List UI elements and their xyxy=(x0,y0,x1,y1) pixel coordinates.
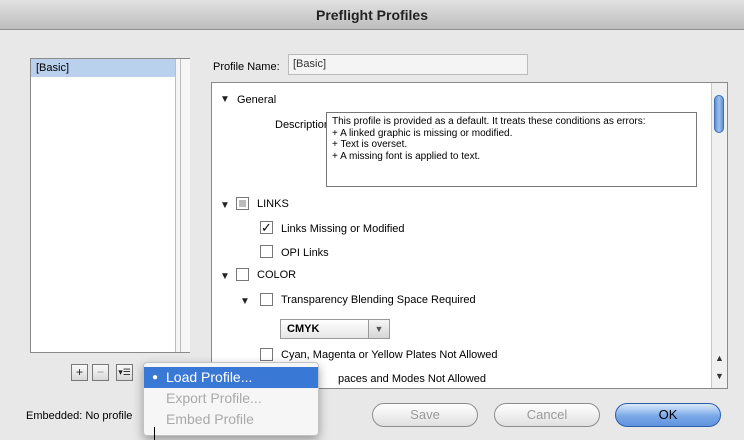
description-label: Description: xyxy=(275,119,334,131)
scroll-down-arrow-icon[interactable]: ▼ xyxy=(715,371,724,381)
list-column-divider xyxy=(175,59,190,352)
scrollbar-thumb[interactable] xyxy=(714,95,724,133)
menu-item-label: Embed Profile xyxy=(166,411,254,427)
links-missing-label: Links Missing or Modified xyxy=(281,223,405,235)
color-checkbox[interactable] xyxy=(236,268,249,281)
preflight-tree[interactable]: ▼ General Description: This profile is p… xyxy=(211,82,728,389)
transparency-label: Transparency Blending Space Required xyxy=(281,294,476,306)
general-section-label: General xyxy=(237,94,277,106)
opi-links-checkbox[interactable] xyxy=(260,245,273,258)
menu-item-export-profile: Export Profile... xyxy=(144,388,318,409)
menu-item-load-profile[interactable]: ● Load Profile... xyxy=(144,367,318,388)
vertical-scrollbar[interactable]: ▲ ▼ xyxy=(711,83,727,388)
links-section-label: LINKS xyxy=(257,198,289,210)
profile-name-field[interactable]: [Basic] xyxy=(288,54,528,75)
ok-button[interactable]: OK xyxy=(615,403,721,427)
profile-item-basic[interactable]: [Basic] xyxy=(31,59,175,77)
cmy-plates-checkbox[interactable] xyxy=(260,348,273,361)
profile-popup-menu[interactable]: ● Load Profile... Export Profile... Embe… xyxy=(143,362,319,436)
menu-item-embed-profile: Embed Profile xyxy=(144,409,318,430)
save-button[interactable]: Save xyxy=(372,403,478,427)
blending-space-value: CMYK xyxy=(287,323,320,335)
menu-icon: ▾☰ xyxy=(118,367,131,377)
disclosure-triangle-icon[interactable]: ▼ xyxy=(220,271,230,282)
disclosure-triangle-icon[interactable]: ▼ xyxy=(220,200,230,211)
transparency-checkbox[interactable] xyxy=(260,293,273,306)
blending-space-select[interactable]: CMYK ▼ xyxy=(280,319,390,339)
list-column-divider-inner xyxy=(180,59,181,352)
add-profile-button[interactable]: + xyxy=(71,364,88,381)
opi-links-label: OPI Links xyxy=(281,247,329,259)
plus-icon: + xyxy=(75,365,83,379)
profile-menu-button[interactable]: ▾☰ xyxy=(116,364,133,381)
disclosure-triangle-icon[interactable]: ▼ xyxy=(240,296,250,307)
menu-item-label: Export Profile... xyxy=(166,390,262,406)
checkmark-icon: ✓ xyxy=(261,220,272,235)
minus-icon: − xyxy=(96,365,104,379)
profiles-list[interactable]: [Basic] xyxy=(30,58,190,353)
remove-profile-button[interactable]: − xyxy=(92,364,109,381)
links-checkbox[interactable] xyxy=(236,197,249,210)
scroll-up-arrow-icon[interactable]: ▲ xyxy=(715,353,724,363)
cmy-plates-label: Cyan, Magenta or Yellow Plates Not Allow… xyxy=(281,349,498,361)
bullet-icon: ● xyxy=(152,372,159,383)
color-section-label: COLOR xyxy=(257,269,297,281)
links-missing-checkbox[interactable]: ✓ xyxy=(260,221,273,234)
chevron-down-icon: ▼ xyxy=(368,320,389,338)
menu-item-label: Load Profile... xyxy=(166,369,253,385)
description-field[interactable]: This profile is provided as a default. I… xyxy=(326,112,697,187)
cursor-line xyxy=(154,427,155,440)
cancel-button[interactable]: Cancel xyxy=(494,403,600,427)
disclosure-triangle-icon[interactable]: ▼ xyxy=(220,94,230,105)
window-title: Preflight Profiles xyxy=(0,0,744,30)
embedded-status: Embedded: No profile xyxy=(26,410,133,422)
profile-name-label: Profile Name: xyxy=(213,61,280,73)
color-spaces-label: paces and Modes Not Allowed xyxy=(338,373,486,385)
